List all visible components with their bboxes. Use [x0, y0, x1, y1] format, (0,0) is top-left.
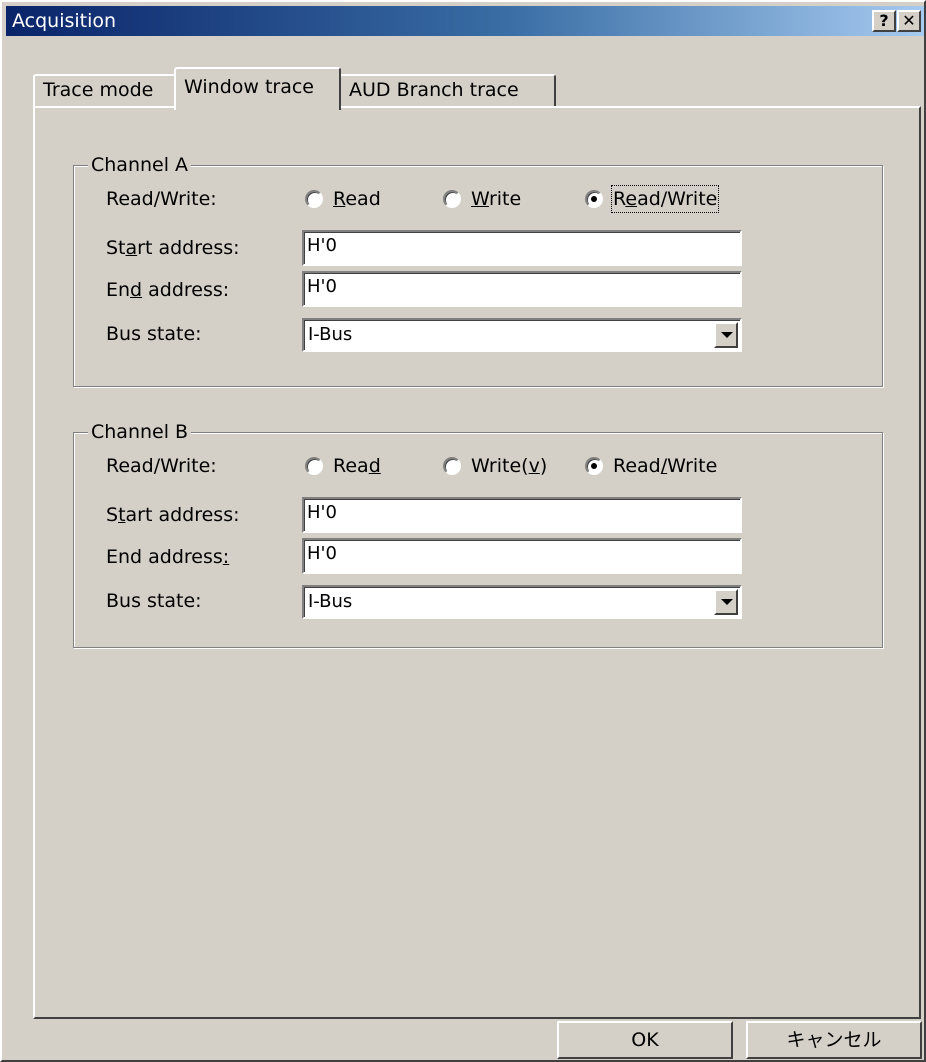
channel-a-title: Channel A: [88, 153, 192, 177]
channel-a-start-address-input[interactable]: H'0: [302, 230, 742, 266]
channel-a-read-radio[interactable]: Read: [305, 187, 415, 211]
radio-selected-dot: [591, 196, 597, 202]
close-button[interactable]: ✕: [897, 10, 921, 32]
channel-a-end-address-label: End address:: [106, 279, 230, 301]
channel-a-end-address-input[interactable]: H'0: [302, 271, 742, 307]
radio-label: Read: [333, 455, 381, 477]
combo-value: I-Bus: [308, 324, 353, 345]
channel-b-start-address-label: Start address:: [106, 504, 240, 526]
channel-b-read-write-radio[interactable]: Read/Write: [585, 454, 755, 478]
radio-selected-dot: [591, 463, 597, 469]
window-title: Acquisition: [12, 10, 117, 32]
channel-a-start-address-label: Start address:: [106, 237, 240, 259]
help-button[interactable]: ?: [872, 10, 896, 32]
channel-a-read-write-label: Read/Write:: [106, 188, 217, 210]
tab-window-trace[interactable]: Window trace: [174, 67, 341, 110]
channel-a-bus-state-select[interactable]: I-Bus: [302, 318, 742, 352]
radio-label: Read: [333, 188, 381, 210]
channel-b-read-radio[interactable]: Read: [305, 454, 415, 478]
radio-label: Read/Write: [613, 455, 718, 477]
dropdown-arrow-button[interactable]: [714, 322, 738, 348]
channel-b-bus-state-label: Bus state:: [106, 590, 202, 612]
radio-label: Read/Write: [610, 185, 720, 213]
radio-label: Write: [471, 188, 522, 210]
radio-circle: [443, 190, 461, 208]
dropdown-arrow-button[interactable]: [714, 589, 738, 615]
channel-a-group: Channel A Read/Write: Read Write Read/Wr…: [73, 153, 883, 387]
channel-a-read-write-radio[interactable]: Read/Write: [585, 185, 755, 213]
combo-value: I-Bus: [308, 591, 353, 612]
chevron-down-icon: [721, 332, 733, 338]
tab-aud-branch-trace[interactable]: AUD Branch trace: [339, 74, 556, 108]
window-trace-panel: Channel A Read/Write: Read Write Read/Wr…: [33, 106, 921, 1019]
channel-b-end-address-input[interactable]: H'0: [302, 538, 742, 574]
channel-b-title: Channel B: [88, 420, 192, 444]
radio-circle: [585, 190, 603, 208]
cancel-button[interactable]: キャンセル: [746, 1021, 922, 1059]
channel-b-write-radio[interactable]: Write(v): [443, 454, 583, 478]
acquisition-dialog: Acquisition ? ✕ Trace mode Window trace …: [0, 0, 926, 1062]
radio-circle: [305, 457, 323, 475]
radio-circle: [305, 190, 323, 208]
channel-b-end-address-label: End address:: [106, 546, 230, 568]
radio-circle: [585, 457, 603, 475]
channel-b-group: Channel B Read/Write: Read Write(v) Read…: [73, 420, 883, 648]
title-bar: Acquisition ? ✕: [6, 6, 924, 36]
radio-circle: [443, 457, 461, 475]
ok-button[interactable]: OK: [557, 1021, 733, 1059]
channel-a-bus-state-label: Bus state:: [106, 323, 202, 345]
chevron-down-icon: [721, 599, 733, 605]
radio-label: Write(v): [471, 455, 548, 477]
channel-b-read-write-label: Read/Write:: [106, 455, 217, 477]
tab-trace-mode[interactable]: Trace mode: [33, 74, 176, 108]
channel-b-start-address-input[interactable]: H'0: [302, 497, 742, 533]
channel-a-write-radio[interactable]: Write: [443, 187, 553, 211]
channel-b-bus-state-select[interactable]: I-Bus: [302, 585, 742, 619]
